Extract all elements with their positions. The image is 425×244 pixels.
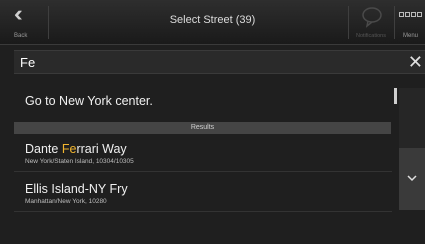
- search-value: Fe: [20, 55, 36, 70]
- menu-label: Menu: [403, 33, 419, 39]
- search-input[interactable]: Fe ✕: [14, 50, 425, 74]
- back-label: Back: [14, 33, 28, 39]
- go-to-center-item[interactable]: Go to New York center.: [14, 82, 392, 120]
- street-name: Ellis Island-NY Fry: [25, 182, 128, 196]
- notification-button[interactable]: Notifications: [350, 0, 394, 45]
- header-divider: [348, 6, 349, 39]
- list-item[interactable]: Ellis Island-NY Fry Manhattan/New York, …: [14, 176, 392, 212]
- list-item[interactable]: Dante Ferrari Way New York/Staten Island…: [14, 136, 392, 172]
- menu-button[interactable]: Menu: [395, 0, 425, 45]
- header-divider: [48, 6, 49, 39]
- go-to-center-label: Go to New York center.: [25, 94, 153, 108]
- double-chevron-left-icon: ‹‹: [14, 1, 22, 26]
- scrollbar-thumb[interactable]: [394, 88, 397, 104]
- menu-grid-icon: [399, 12, 422, 17]
- chevron-down-icon: [407, 175, 417, 182]
- page-title: Select Street (39): [169, 14, 256, 26]
- street-location: Manhattan/New York, 10280: [25, 198, 107, 205]
- speech-bubble-icon: [362, 7, 382, 28]
- notification-label: Notifications: [356, 33, 386, 39]
- scroll-down-button[interactable]: [399, 148, 425, 210]
- header-bar: ‹‹ Back Select Street (39) Notifications…: [0, 0, 425, 45]
- results-header: Results: [14, 122, 391, 134]
- street-location: New York/Staten Island, 10304/10305: [25, 158, 134, 165]
- back-button[interactable]: ‹‹ Back: [0, 0, 48, 45]
- street-name: Dante Ferrari Way: [25, 142, 127, 156]
- clear-icon[interactable]: ✕: [408, 52, 423, 73]
